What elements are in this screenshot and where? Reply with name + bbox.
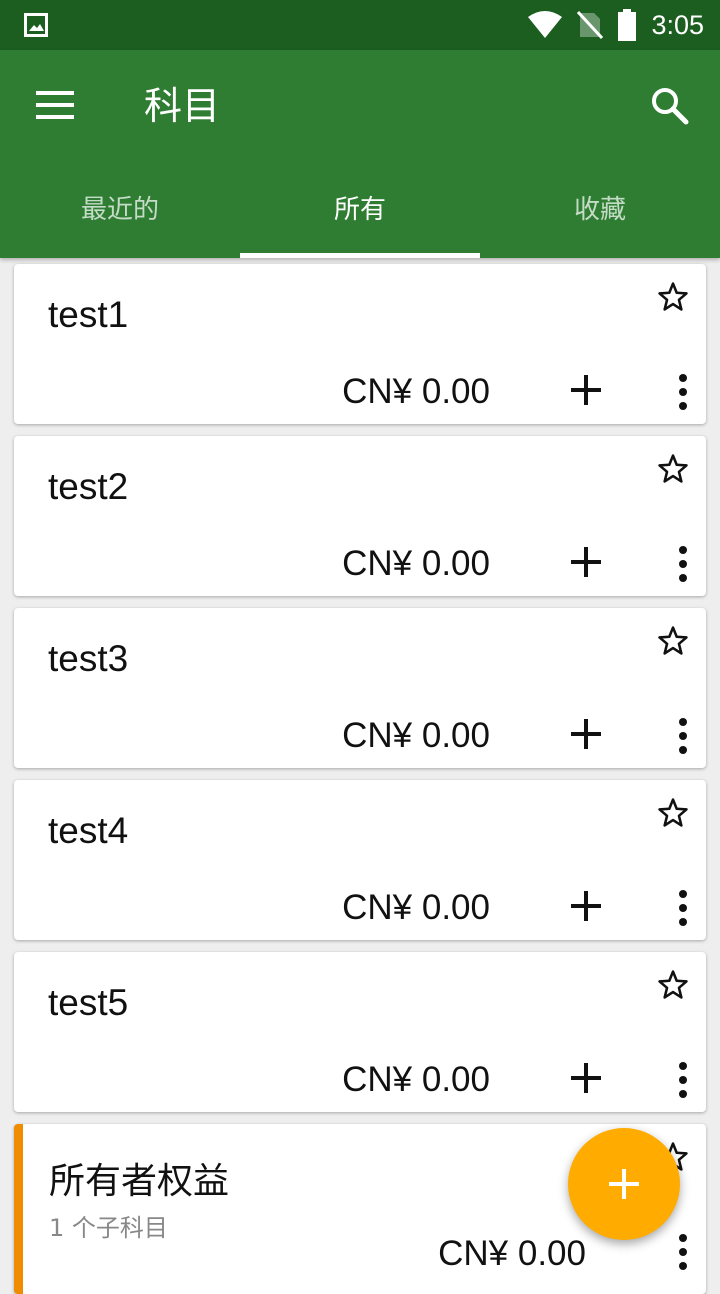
account-card[interactable]: test5 CN¥ 0.00: [14, 952, 706, 1112]
plus-icon[interactable]: [570, 1062, 602, 1094]
account-name: test3: [48, 638, 129, 679]
gallery-icon: [24, 13, 48, 37]
more-vert-icon[interactable]: [676, 890, 688, 926]
account-card[interactable]: test4 CN¥ 0.00: [14, 780, 706, 940]
search-icon[interactable]: [650, 86, 690, 126]
plus-icon[interactable]: [570, 718, 602, 750]
account-card[interactable]: test3 CN¥ 0.00: [14, 608, 706, 768]
page-title: 科目: [144, 84, 221, 128]
star-outline-icon[interactable]: [656, 452, 690, 486]
more-vert-icon[interactable]: [676, 374, 688, 410]
account-balance: CN¥ 0.00: [342, 888, 490, 927]
menu-icon[interactable]: [36, 90, 76, 120]
plus-icon: [609, 1169, 639, 1199]
app-bar: 科目 最近的 所有 收藏: [0, 50, 720, 258]
more-vert-icon[interactable]: [676, 1062, 688, 1098]
account-name: test4: [48, 810, 129, 851]
subaccount-count: 1 个子科目: [49, 1214, 168, 1242]
more-vert-icon[interactable]: [676, 1234, 688, 1270]
star-outline-icon[interactable]: [656, 968, 690, 1002]
account-card[interactable]: test2 CN¥ 0.00: [14, 436, 706, 596]
account-name: test1: [48, 294, 129, 335]
battery-icon: [618, 9, 637, 41]
account-name: test5: [48, 982, 129, 1023]
tab-bar: 最近的 所有 收藏: [0, 162, 720, 258]
account-name: 所有者权益: [49, 1161, 230, 1202]
status-bar: 3:05: [0, 0, 720, 50]
account-balance: CN¥ 0.00: [342, 1060, 490, 1099]
plus-icon[interactable]: [570, 374, 602, 406]
plus-icon[interactable]: [570, 546, 602, 578]
status-time: 3:05: [651, 9, 704, 40]
wifi-icon: [528, 11, 563, 38]
star-outline-icon[interactable]: [656, 624, 690, 658]
add-account-fab[interactable]: [568, 1128, 680, 1240]
tab-recent[interactable]: 最近的: [0, 162, 240, 258]
more-vert-icon[interactable]: [676, 546, 688, 582]
star-outline-icon[interactable]: [656, 280, 690, 314]
account-card[interactable]: test1 CN¥ 0.00: [14, 264, 706, 424]
star-outline-icon[interactable]: [656, 796, 690, 830]
plus-icon[interactable]: [570, 890, 602, 922]
account-balance: CN¥ 0.00: [342, 372, 490, 411]
no-sim-icon: [577, 10, 604, 40]
account-balance: CN¥ 0.00: [342, 544, 490, 583]
more-vert-icon[interactable]: [676, 718, 688, 754]
tab-favorites[interactable]: 收藏: [480, 162, 720, 258]
account-balance: CN¥ 0.00: [438, 1234, 586, 1273]
account-balance: CN¥ 0.00: [342, 716, 490, 755]
account-name: test2: [48, 466, 129, 507]
tab-all[interactable]: 所有: [240, 162, 480, 258]
